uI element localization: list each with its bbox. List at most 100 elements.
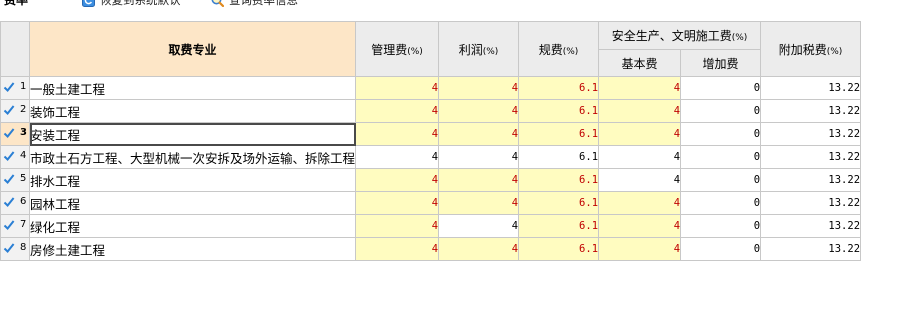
header-regulatory-fee[interactable]: 规费(%): [518, 21, 600, 77]
row-number: 7: [20, 219, 27, 230]
safety-base-cell[interactable]: 4: [598, 237, 682, 261]
row-number: 3: [20, 127, 27, 138]
table-row[interactable]: 1 一般土建工程 4 4 6.1 4 0 13.22: [0, 76, 862, 100]
management-fee-cell[interactable]: 4: [355, 99, 440, 123]
table-row[interactable]: 2 装饰工程 4 4 6.1 4 0 13.22: [0, 99, 862, 123]
restore-default-label: 恢复到系统默认: [100, 0, 181, 7]
header-safety-extra[interactable]: 增加费: [680, 49, 762, 77]
safety-base-cell[interactable]: 4: [598, 145, 682, 169]
profit-cell[interactable]: 4: [438, 168, 520, 192]
regulatory-fee-cell[interactable]: 6.1: [518, 168, 600, 192]
regulatory-fee-cell[interactable]: 6.1: [518, 191, 600, 215]
management-fee-cell[interactable]: 4: [355, 168, 440, 192]
safety-extra-cell[interactable]: 0: [680, 191, 762, 215]
row-header[interactable]: 4: [0, 145, 30, 169]
query-rate-button[interactable]: 查询费率信息: [211, 0, 298, 8]
search-icon: [211, 0, 225, 7]
surtax-cell[interactable]: 13.22: [760, 145, 862, 169]
surtax-cell[interactable]: 13.22: [760, 99, 862, 123]
safety-extra-cell[interactable]: 0: [680, 237, 762, 261]
row-header[interactable]: 6: [0, 191, 30, 215]
surtax-cell[interactable]: 13.22: [760, 191, 862, 215]
profit-cell[interactable]: 4: [438, 214, 520, 238]
fee-category-cell[interactable]: 绿化工程: [28, 214, 357, 238]
row-number: 2: [20, 104, 27, 115]
safety-extra-cell[interactable]: 0: [680, 122, 762, 146]
safety-base-cell[interactable]: 4: [598, 76, 682, 100]
header-safety-civilization-fee[interactable]: 安全生产、文明施工费(%): [598, 21, 762, 50]
fee-category-cell[interactable]: 排水工程: [28, 168, 357, 192]
management-fee-cell[interactable]: 4: [355, 122, 440, 146]
fee-category-cell[interactable]: 园林工程: [28, 191, 357, 215]
regulatory-fee-cell[interactable]: 6.1: [518, 237, 600, 261]
restore-default-button[interactable]: 恢复到系统默认: [82, 0, 181, 8]
header-management-fee[interactable]: 管理费(%): [355, 21, 440, 77]
safety-base-cell[interactable]: 4: [598, 168, 682, 192]
management-fee-cell[interactable]: 4: [355, 145, 440, 169]
row-header[interactable]: 5: [0, 168, 30, 192]
profit-cell[interactable]: 4: [438, 145, 520, 169]
safety-extra-cell[interactable]: 0: [680, 99, 762, 123]
safety-base-cell[interactable]: 4: [598, 191, 682, 215]
profit-cell[interactable]: 4: [438, 191, 520, 215]
header-safety-base[interactable]: 基本费: [598, 49, 682, 77]
safety-extra-cell[interactable]: 0: [680, 145, 762, 169]
safety-extra-cell[interactable]: 0: [680, 168, 762, 192]
row-number: 4: [20, 150, 27, 161]
checkmark-icon: [3, 150, 15, 162]
surtax-cell[interactable]: 13.22: [760, 168, 862, 192]
checkmark-icon: [3, 81, 15, 93]
checkmark-icon: [3, 219, 15, 231]
management-fee-cell[interactable]: 4: [355, 76, 440, 100]
surtax-cell[interactable]: 13.22: [760, 237, 862, 261]
safety-extra-cell[interactable]: 0: [680, 214, 762, 238]
row-header[interactable]: 1: [0, 76, 30, 100]
table-row[interactable]: 7 绿化工程 4 4 6.1 4 0 13.22: [0, 214, 862, 238]
restore-icon: [82, 0, 95, 7]
profit-cell[interactable]: 4: [438, 122, 520, 146]
header-profit[interactable]: 利润(%): [438, 21, 520, 77]
header-surtax[interactable]: 附加税费(%): [760, 21, 862, 77]
header-fee-category[interactable]: 取费专业: [28, 21, 357, 77]
table-row[interactable]: 3 安装工程 4 4 6.1 4 0 13.22: [0, 122, 862, 146]
table-row[interactable]: 4 市政土石方工程、大型机械一次安拆及场外运输、拆除工程 4 4 6.1 4 0 13.22: [0, 145, 862, 169]
row-header[interactable]: 2: [0, 99, 30, 123]
regulatory-fee-cell[interactable]: 6.1: [518, 76, 600, 100]
fee-category-cell[interactable]: 安装工程: [28, 122, 357, 146]
safety-base-cell[interactable]: 4: [598, 122, 682, 146]
profit-cell[interactable]: 4: [438, 237, 520, 261]
row-header[interactable]: 7: [0, 214, 30, 238]
regulatory-fee-cell[interactable]: 6.1: [518, 99, 600, 123]
profit-cell[interactable]: 4: [438, 76, 520, 100]
fee-category-cell[interactable]: 房修土建工程: [28, 237, 357, 261]
row-number: 8: [20, 242, 27, 253]
profit-cell[interactable]: 4: [438, 99, 520, 123]
row-number: 1: [20, 81, 27, 92]
surtax-cell[interactable]: 13.22: [760, 214, 862, 238]
management-fee-cell[interactable]: 4: [355, 191, 440, 215]
fee-category-cell[interactable]: 市政土石方工程、大型机械一次安拆及场外运输、拆除工程: [28, 145, 357, 169]
surtax-cell[interactable]: 13.22: [760, 122, 862, 146]
checkmark-icon: [3, 127, 15, 139]
regulatory-fee-cell[interactable]: 6.1: [518, 214, 600, 238]
safety-extra-cell[interactable]: 0: [680, 76, 762, 100]
regulatory-fee-cell[interactable]: 6.1: [518, 145, 600, 169]
regulatory-fee-cell[interactable]: 6.1: [518, 122, 600, 146]
safety-base-cell[interactable]: 4: [598, 99, 682, 123]
fee-rate-table: 取费专业 管理费(%) 利润(%) 规费(%) 安全生产、文明施工费(%) 附加…: [0, 21, 862, 261]
checkmark-icon: [3, 173, 15, 185]
row-header[interactable]: 3: [0, 122, 30, 146]
surtax-cell[interactable]: 13.22: [760, 76, 862, 100]
row-header[interactable]: 8: [0, 237, 30, 261]
fee-category-cell[interactable]: 一般土建工程: [28, 76, 357, 100]
safety-base-cell[interactable]: 4: [598, 214, 682, 238]
management-fee-cell[interactable]: 4: [355, 214, 440, 238]
row-number: 5: [20, 173, 27, 184]
management-fee-cell[interactable]: 4: [355, 237, 440, 261]
grid-corner[interactable]: [0, 21, 30, 77]
table-row[interactable]: 5 排水工程 4 4 6.1 4 0 13.22: [0, 168, 862, 192]
fee-category-cell[interactable]: 装饰工程: [28, 99, 357, 123]
table-row[interactable]: 8 房修土建工程 4 4 6.1 4 0 13.22: [0, 237, 862, 261]
table-row[interactable]: 6 园林工程 4 4 6.1 4 0 13.22: [0, 191, 862, 215]
panel-title: 费率: [4, 0, 29, 7]
